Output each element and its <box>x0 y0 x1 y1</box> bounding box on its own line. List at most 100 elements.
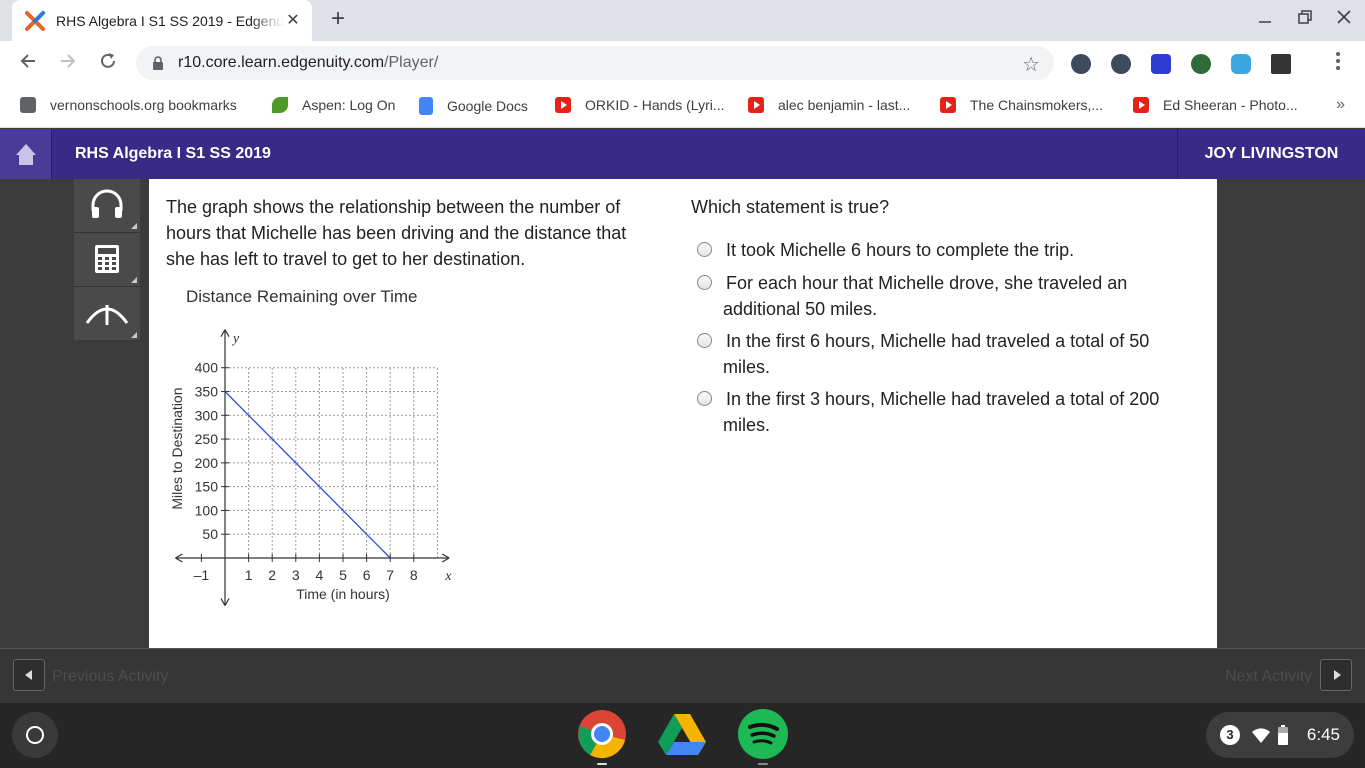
c-extension-icon[interactable] <box>1151 54 1171 74</box>
lp-extension-icon[interactable] <box>1191 54 1211 74</box>
x-tick-label: 2 <box>268 567 276 583</box>
previous-activity-button[interactable] <box>13 659 45 691</box>
running-indicator <box>758 763 768 765</box>
radio-button[interactable] <box>697 242 712 257</box>
minimize-icon[interactable] <box>1253 8 1277 32</box>
browser-tab[interactable]: RHS Algebra I S1 SS 2019 - Edgenuity ✕ <box>12 0 312 41</box>
close-window-icon[interactable] <box>1332 8 1356 32</box>
folder-icon <box>20 97 36 113</box>
edgenuity-icon <box>25 10 45 31</box>
google-drive-icon[interactable] <box>656 708 708 760</box>
os-shelf: 3 6:45 <box>0 703 1365 768</box>
previous-activity-label[interactable]: Previous Activity <box>52 668 168 686</box>
x-tick-label: 7 <box>386 567 394 583</box>
series-line <box>224 391 391 559</box>
caret-up-icon <box>85 305 129 325</box>
radio-button[interactable] <box>697 391 712 406</box>
bookmark-alec-benjamin[interactable]: alec benjamin - last... <box>748 97 910 113</box>
answer-option-4[interactable]: In the first 3 hours, Michelle had trave… <box>697 386 1197 438</box>
next-activity-label[interactable]: Next Activity <box>1225 668 1312 686</box>
chart-title: Distance Remaining over Time <box>186 287 418 306</box>
x-tick-label: 3 <box>292 567 300 583</box>
clock: 6:45 <box>1306 725 1340 744</box>
option-text: In the first 6 hours, Michelle had trave… <box>723 331 1150 377</box>
course-title: RHS Algebra I S1 SS 2019 <box>75 145 271 162</box>
youtube-icon <box>555 97 571 113</box>
expand-corner-icon <box>131 332 137 338</box>
calculator-tool-button[interactable] <box>74 233 140 287</box>
aspen-leaf-icon <box>272 97 288 113</box>
browser-tab-strip: RHS Algebra I S1 SS 2019 - Edgenuity ✕ + <box>0 0 1365 41</box>
y-tick-label: 350 <box>195 384 219 400</box>
youtube-icon <box>748 97 764 113</box>
wifi-icon <box>1252 728 1270 743</box>
battery-icon <box>1278 725 1288 745</box>
chrome-icon[interactable] <box>576 708 628 765</box>
answer-option-3[interactable]: In the first 6 hours, Michelle had trave… <box>697 328 1197 380</box>
x-tick-label: 4 <box>316 567 324 583</box>
calculator-icon <box>95 245 119 273</box>
x-tick-label: 6 <box>363 567 371 583</box>
bookmark-star-icon[interactable]: ☆ <box>1022 52 1040 77</box>
answer-option-2[interactable]: For each hour that Michelle drove, she t… <box>697 270 1197 322</box>
x-tick-label: 8 <box>410 567 418 583</box>
forward-arrow-icon[interactable] <box>55 51 81 77</box>
calendar-extension-icon[interactable] <box>1271 54 1291 74</box>
back-arrow-icon[interactable] <box>15 51 41 77</box>
launcher-button[interactable] <box>12 712 58 758</box>
reload-icon[interactable] <box>95 51 121 77</box>
audio-tool-button[interactable] <box>74 179 140 233</box>
notification-count: 3 <box>1220 725 1240 745</box>
google-docs-icon <box>419 97 433 115</box>
x-tick-label: –1 <box>194 567 210 583</box>
distance-time-chart: –1 1 2 3 4 5 6 7 8 50 100 150 200 250 300 350 400 x y Time … <box>169 329 452 606</box>
youtube-icon <box>1133 97 1149 113</box>
restore-icon[interactable] <box>1293 8 1317 32</box>
address-bar[interactable]: r10.core.learn.edgenuity.com/Player/ ☆ <box>136 46 1054 80</box>
running-indicator <box>597 763 607 765</box>
y-tick-label: 400 <box>195 360 219 376</box>
formulas-tool-button[interactable] <box>74 287 140 341</box>
tools-sidebar <box>74 179 140 340</box>
url-text: r10.core.learn.edgenuity.com/Player/ <box>178 54 439 71</box>
y-tick-label: 50 <box>202 526 218 542</box>
more-bookmarks-icon[interactable]: » <box>1336 96 1345 114</box>
option-text: In the first 3 hours, Michelle had trave… <box>723 389 1160 435</box>
user-name[interactable]: JOY LIVINGSTON <box>1177 129 1365 179</box>
privacy-badger-icon[interactable] <box>1071 54 1091 74</box>
y-tick-label: 100 <box>195 502 219 518</box>
bookmark-label: Aspen: Log On <box>302 97 396 113</box>
x-tick-label: 1 <box>245 567 253 583</box>
answer-option-1[interactable]: It took Michelle 6 hours to complete the… <box>697 237 1197 263</box>
activity-navigation: Previous Activity Next Activity <box>0 648 1365 703</box>
y-tick-label: 300 <box>195 407 219 423</box>
bookmark-google-docs[interactable]: Google Docs <box>419 97 528 115</box>
puzzle-extension-icon[interactable] <box>1231 54 1251 74</box>
status-tray[interactable]: 3 6:45 <box>1206 712 1354 758</box>
headphones-icon <box>91 189 123 218</box>
menu-dots-icon[interactable] <box>1325 51 1351 77</box>
x-tick-label: 5 <box>339 567 347 583</box>
bookmark-orkid[interactable]: ORKID - Hands (Lyri... <box>555 97 725 113</box>
youtube-icon <box>940 97 956 113</box>
radio-button[interactable] <box>697 333 712 348</box>
bookmark-folder[interactable]: vernonschools.org bookmarks <box>20 97 237 113</box>
close-tab-icon[interactable]: ✕ <box>284 12 302 30</box>
bookmark-aspen[interactable]: Aspen: Log On <box>272 97 395 113</box>
bookmark-label: Ed Sheeran - Photo... <box>1163 97 1298 113</box>
home-button[interactable] <box>0 129 52 179</box>
tab-title: RHS Algebra I S1 SS 2019 - Edgenuity <box>56 12 284 29</box>
spotify-icon[interactable] <box>737 708 789 765</box>
home-icon <box>16 144 36 165</box>
bookmark-ed-sheeran[interactable]: Ed Sheeran - Photo... <box>1133 97 1298 113</box>
y-axis-letter: y <box>231 332 240 347</box>
shield-extension-icon[interactable] <box>1111 54 1131 74</box>
bookmark-label: vernonschools.org bookmarks <box>50 97 237 113</box>
bookmark-chainsmokers[interactable]: The Chainsmokers,... <box>940 97 1103 113</box>
next-activity-button[interactable] <box>1320 659 1352 691</box>
radio-button[interactable] <box>697 275 712 290</box>
lock-icon <box>153 56 163 70</box>
browser-toolbar: r10.core.learn.edgenuity.com/Player/ ☆ <box>0 41 1365 86</box>
new-tab-button[interactable]: + <box>326 7 350 32</box>
expand-corner-icon <box>131 223 137 229</box>
